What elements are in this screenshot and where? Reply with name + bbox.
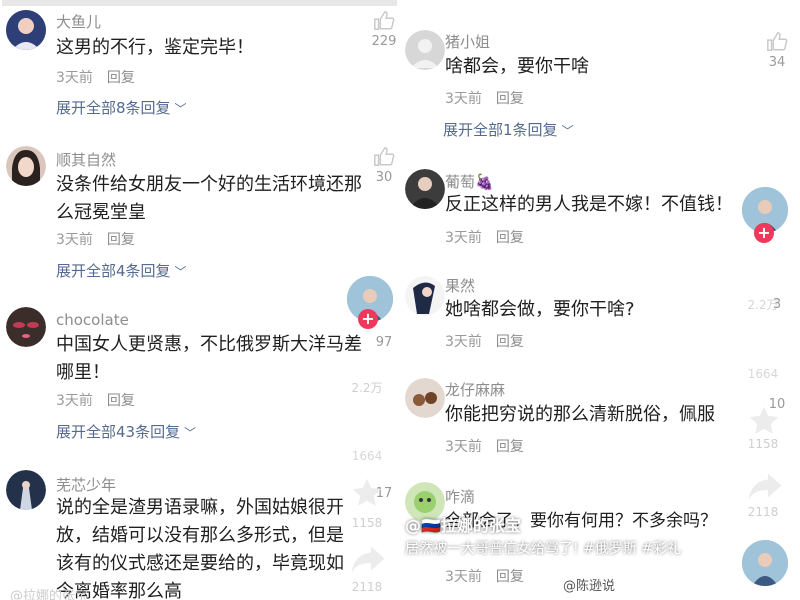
star-icon [749,406,779,434]
comment-meta: 3天前 回复 [445,566,524,586]
chevron-down-icon: ﹀ [561,124,574,138]
like-count: 97 [375,335,393,350]
comment-meta: 3天前 回复 [445,331,524,351]
comment-text: 这男的不行，鉴定完毕！ [56,37,254,58]
reply-button[interactable]: 回复 [496,230,524,246]
weibo-watermark: @陈逊说 [563,579,616,594]
comment-count: 1664 [747,367,779,381]
comment-time: 3天前 [445,230,482,246]
video-caption: 居然被一大哥普信女给骂了! #俄罗斯 #彩礼 [405,541,681,557]
video-author[interactable]: @🇷🇺拉娜的张宝 [405,512,521,536]
like-button[interactable]: 34 [757,31,796,70]
like-count: 34 [768,55,786,70]
comment-meta: 3天前 回复 [445,227,524,247]
like-count: 30 [375,170,393,185]
creator-avatar[interactable] [740,538,790,588]
comment-username[interactable]: chocolate [56,311,129,329]
comment-meta: 3天前 回复 [56,67,135,87]
avatar[interactable] [405,378,445,418]
comment-time: 3天前 [56,70,93,86]
comment-username[interactable]: 顺其自然 [56,149,116,170]
avatar[interactable] [405,169,445,209]
expand-replies-label: 展开全部43条回复 [56,423,181,441]
reply-button[interactable]: 回复 [496,334,524,350]
comment-meta: 3天前 回复 [445,88,524,108]
comment-count: 1664 [351,449,383,463]
favorite-count: 1158 [747,437,779,451]
comment-text: 中国女人更贤惠，不比俄罗斯大洋马差哪里！ [56,334,362,383]
share-count: 2118 [747,505,779,519]
avatar[interactable] [6,10,46,50]
expand-replies-link[interactable]: 展开全部4条回复 ﹀ [56,260,187,281]
thumb-up-icon [767,32,788,51]
share-count: 2118 [351,580,383,594]
avatar[interactable] [6,470,46,510]
comment-meta: 3天前 回复 [56,390,135,410]
reply-button[interactable]: 回复 [496,91,524,107]
star-icon [352,478,382,506]
share-arrow-icon [351,546,385,574]
reply-button[interactable]: 回复 [496,569,524,585]
share-arrow-icon [748,473,782,501]
like-button[interactable]: 229 [364,10,397,49]
comment-time: 3天前 [445,334,482,350]
comment-username[interactable]: 果然 [445,275,475,296]
avatar[interactable] [6,307,46,347]
comment-meta: 3天前 回复 [56,229,135,249]
reply-button[interactable]: 回复 [107,393,135,409]
like-button[interactable]: 3 [757,283,796,312]
follow-plus-icon[interactable]: + [358,309,378,329]
left-comment-panel: 大鱼儿 这男的不行，鉴定完毕！ 3天前 回复 展开全部8条回复 ﹀ 229 顺其自然… [2,0,397,600]
expand-replies-label: 展开全部1条回复 [443,121,558,139]
video-user-partial: @拉娜的张宝 [10,589,89,600]
expand-replies-label: 展开全部8条回复 [56,99,171,117]
like-count: 229 [371,34,397,49]
favorite-count: 1158 [351,516,383,530]
comment-time: 3天前 [445,569,482,585]
comment-time: 3天前 [56,232,93,248]
reply-button[interactable]: 回复 [496,439,524,455]
avatar[interactable] [405,276,445,316]
avatar[interactable] [6,146,46,186]
chevron-down-icon: ﹀ [184,426,197,440]
comment-text: 她啥都会做，要你干啥? [445,299,635,320]
comment-text: 说的全是渣男语录嘛，外国姑娘很开放，结婚可以没有那么多形式，但是该有的仪式感还是… [56,497,344,600]
comment-text: 反正这样的男人我是不嫁！不值钱！ [445,194,733,215]
expand-replies-link[interactable]: 展开全部8条回复 ﹀ [56,97,187,118]
share-count: 2.2万 [351,381,383,395]
expand-replies-link[interactable]: 展开全部43条回复 ﹀ [56,421,196,442]
comment-time: 3天前 [445,91,482,107]
chevron-down-icon: ﹀ [174,265,187,279]
thumb-up-icon [374,11,395,30]
comment-text: 没条件给女朋友一个好的生活环境还那么冠冕堂皇 [56,174,362,223]
comment-text: 你能把穷说的那么清新脱俗，佩服 [445,404,715,425]
comment-username[interactable]: 猪小姐 [445,31,490,52]
comment-text: 啥都会，要你干啥 [445,56,589,77]
comment-time: 3天前 [445,439,482,455]
like-button[interactable]: 30 [364,146,397,185]
comment-meta: 3天前 回复 [445,436,524,456]
comment-username[interactable]: 芜芯少年 [56,474,116,495]
expand-replies-link[interactable]: 展开全部1条回复 ﹀ [443,119,574,140]
reply-button[interactable]: 回复 [107,232,135,248]
expand-replies-label: 展开全部4条回复 [56,262,171,280]
comment-username[interactable]: 葡萄🍇 [445,171,494,192]
reply-button[interactable]: 回复 [107,70,135,86]
avatar[interactable] [405,30,445,70]
comment-time: 3天前 [56,393,93,409]
like-count: 3 [772,297,782,312]
right-comment-panel: 猪小姐 啥都会，要你干啥 3天前 回复 展开全部1条回复 ﹀ 34 葡萄🍇 反正这样… [401,0,796,600]
top-divider [2,0,397,6]
comment-username[interactable]: 大鱼儿 [56,11,101,32]
thumb-up-icon [374,147,395,166]
chevron-down-icon: ﹀ [174,102,187,116]
comment-username[interactable]: 龙仔麻麻 [445,379,505,400]
follow-plus-icon[interactable]: + [754,223,774,243]
comment-username[interactable]: 咋滴 [445,486,475,507]
